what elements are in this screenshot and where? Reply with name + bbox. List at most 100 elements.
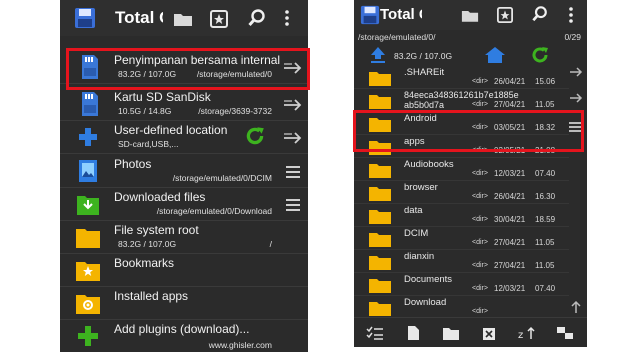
bookmark-icon[interactable] <box>497 7 513 23</box>
open-arrow-icon[interactable] <box>282 129 304 147</box>
storage-item[interactable]: File system root 83.2G / 107.0G / <box>60 221 308 254</box>
search-icon[interactable] <box>532 6 548 22</box>
sd-card-icon <box>82 92 98 116</box>
storage-item[interactable]: Kartu SD SanDisk 10.5G / 14.8G/storage/36… <box>60 88 308 121</box>
folder-icon <box>369 256 391 270</box>
file-type: <dir> <box>472 78 488 85</box>
left-toolbar: Total Commander <box>60 0 308 36</box>
storage-item[interactable]: Photos/storage/emulated/0/DCIM <box>60 155 308 188</box>
scroll-up-icon[interactable] <box>569 300 583 314</box>
app-title: Total Commander <box>380 6 422 23</box>
file-date: 26/04/21 <box>494 192 526 201</box>
file-time: 16.30 <box>535 192 556 201</box>
new-file-icon[interactable] <box>404 325 422 341</box>
file-date: 26/04/21 <box>494 77 526 86</box>
file-date: 27/04/21 <box>494 238 526 247</box>
drag-handle-icon[interactable] <box>569 92 583 104</box>
folder-icon[interactable] <box>461 8 479 23</box>
up-directory-icon[interactable] <box>370 46 386 64</box>
file-type: <dir> <box>472 285 488 292</box>
file-row[interactable]: Documents <dir> 12/03/21 07.40 <box>354 273 569 296</box>
file-date: 27/04/21 <box>494 100 526 109</box>
refresh-icon[interactable] <box>530 45 550 65</box>
file-row[interactable]: data <dir> 30/04/21 18.59 <box>354 204 569 227</box>
storage-item-size: 83.2G / 107.0G <box>118 239 177 249</box>
open-arrow-icon[interactable] <box>282 96 304 114</box>
sort-icon[interactable]: z <box>518 325 536 341</box>
storage-item-title: Add plugins (download)... <box>114 322 250 336</box>
search-icon[interactable] <box>248 9 266 27</box>
file-time: 11.05 <box>535 238 555 247</box>
file-row[interactable]: browser <dir> 26/04/21 16.30 <box>354 181 569 204</box>
storage-item-title: Downloaded files <box>114 190 206 204</box>
drag-handle-icon[interactable] <box>282 196 304 214</box>
file-name: .SHAREit <box>404 67 445 78</box>
download-icon <box>77 196 99 215</box>
storage-usage: 83.2G / 107.0G <box>394 51 453 61</box>
storage-item-path: /storage/3639-3732 <box>198 106 272 116</box>
folder-icon <box>369 164 391 178</box>
file-type: <dir> <box>472 170 488 177</box>
file-name: Download <box>404 297 447 308</box>
folder-icon <box>369 72 391 86</box>
folder-icon <box>369 210 391 224</box>
folder-icon[interactable] <box>173 11 193 27</box>
folder-icon <box>369 187 391 201</box>
more-menu-icon[interactable] <box>568 7 574 23</box>
file-date: 12/03/21 <box>494 169 526 178</box>
file-row[interactable]: dianxin <dir> 27/04/21 11.05 <box>354 250 569 273</box>
storage-item-title: Photos <box>114 157 152 171</box>
storage-item[interactable]: Downloaded files/storage/emulated/0/Down… <box>60 188 308 221</box>
storage-item[interactable]: Bookmarks <box>60 254 308 287</box>
file-row[interactable]: 84eeca348361261b7e1885eab5b0d7a <dir> 27/0… <box>354 89 569 112</box>
drag-handle-icon[interactable] <box>569 66 583 78</box>
file-time: 11.05 <box>535 100 555 109</box>
storage-item[interactable]: Installed apps <box>60 287 308 320</box>
new-folder-icon[interactable] <box>442 325 460 341</box>
more-menu-icon[interactable] <box>284 10 290 26</box>
save-disk-icon[interactable] <box>74 7 96 29</box>
file-date: 12/03/21 <box>494 284 526 293</box>
storage-item-size: SD-card,USB,... <box>118 139 179 149</box>
file-row[interactable]: Audiobooks <dir> 12/03/21 07.40 <box>354 158 569 181</box>
bottom-toolbar: z <box>354 317 587 347</box>
delete-icon[interactable] <box>480 325 498 341</box>
nav-row: 83.2G / 107.0G <box>354 44 587 66</box>
bookmark-folder-icon <box>76 262 100 281</box>
storage-item-title: User-defined location <box>114 123 228 137</box>
file-time: 11.05 <box>535 261 555 270</box>
storage-item-title: Installed apps <box>114 289 189 303</box>
file-row[interactable]: DCIM <dir> 27/04/21 11.05 <box>354 227 569 250</box>
file-row[interactable]: .SHAREit <dir> 26/04/21 15.06 <box>354 66 569 89</box>
path-bar: /storage/emulated/0/ 0/29 <box>354 30 587 44</box>
file-row[interactable]: Download <dir> <box>354 296 569 319</box>
drag-handle-icon[interactable] <box>282 163 304 181</box>
storage-item[interactable]: Add plugins (download)... www.ghisler.com <box>60 320 308 352</box>
file-time: 18.59 <box>535 215 556 224</box>
storage-item-title: Kartu SD SanDisk <box>114 90 211 104</box>
home-icon[interactable] <box>484 46 506 64</box>
svg-text:z: z <box>518 330 523 341</box>
plus-icon <box>79 128 97 146</box>
save-disk-icon[interactable] <box>360 5 380 25</box>
folder-icon <box>369 279 391 293</box>
storage-item-title: Bookmarks <box>114 256 175 270</box>
file-type: <dir> <box>472 216 488 223</box>
app-title: Total Commander <box>115 8 163 27</box>
apps-folder-icon <box>76 295 100 314</box>
refresh-icon[interactable] <box>244 125 266 147</box>
file-type: <dir> <box>472 308 488 315</box>
file-time: 15.06 <box>535 77 556 86</box>
bookmark-icon[interactable] <box>210 10 228 28</box>
folder-icon <box>369 95 391 109</box>
select-list-icon[interactable] <box>366 325 384 341</box>
file-type: <dir> <box>472 101 488 108</box>
swap-panels-icon[interactable] <box>556 325 574 341</box>
highlight-android-folder <box>353 110 584 152</box>
file-time: 07.40 <box>535 284 556 293</box>
folder-icon <box>369 302 391 316</box>
storage-item-title: File system root <box>114 223 199 237</box>
file-time: 07.40 <box>535 169 556 178</box>
storage-item[interactable]: User-defined location SD-card,USB,... <box>60 121 308 154</box>
file-name: DCIM <box>404 228 429 239</box>
